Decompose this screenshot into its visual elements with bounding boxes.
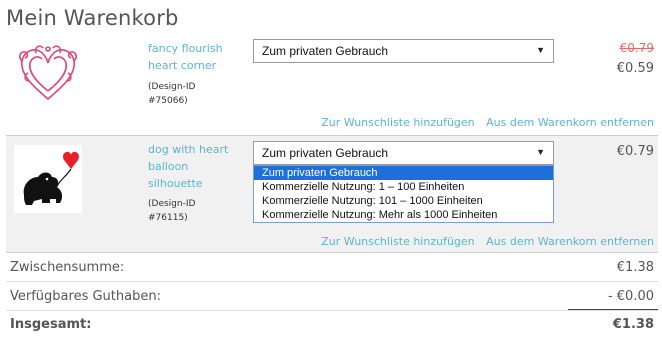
license-option[interactable]: Kommerzielle Nutzung: 101 – 1000 Einheit… (254, 194, 553, 208)
license-option[interactable]: Kommerzielle Nutzung: 1 – 100 Einheiten (254, 180, 553, 194)
design-id: (Design-ID #76115) (148, 199, 196, 223)
add-to-wishlist-link[interactable]: Zur Wunschliste hinzufügen (321, 235, 474, 248)
triangle-down-icon: ▼ (536, 45, 545, 55)
item-actions: Zur Wunschliste hinzufügen Aus dem Waren… (313, 116, 654, 129)
license-option[interactable]: Zum privaten Gebrauch (254, 166, 553, 180)
design-id: (Design-ID #75066) (148, 82, 196, 106)
subtotal-label: Zwischensumme: (10, 260, 125, 275)
subtotal-row: Zwischensumme: €1.38 (6, 254, 658, 282)
product-thumbnail-heart[interactable] (14, 39, 82, 107)
total-row: Insgesamt: €1.38 (6, 311, 658, 338)
license-select[interactable]: Zum privaten Gebrauch ▼ (253, 39, 554, 63)
dog-balloon-image (23, 151, 79, 205)
triangle-down-icon: ▼ (536, 147, 545, 157)
flourish-heart-image (19, 45, 77, 101)
credit-value: - €0.00 (607, 289, 654, 304)
total-divider (568, 309, 658, 310)
remove-from-cart-link[interactable]: Aus dem Warenkorn entfernen (486, 235, 654, 248)
license-dropdown-list: Zum privaten Gebrauch Kommerzielle Nutzu… (253, 165, 554, 223)
remove-from-cart-link[interactable]: Aus dem Warenkorn entfernen (486, 116, 654, 129)
page-title: Mein Warenkorb (6, 6, 179, 30)
total-label: Insgesamt: (10, 317, 92, 332)
item-price: €0.59 (616, 61, 654, 76)
total-value: €1.38 (612, 317, 654, 332)
license-option[interactable]: Kommerzielle Nutzung: Mehr als 1000 Einh… (254, 208, 553, 222)
product-name-link[interactable]: fancy flourish heart corner (148, 40, 244, 74)
credit-label: Verfügbares Guthaben: (10, 289, 161, 304)
original-price: €0.79 (619, 41, 654, 55)
subtotal-value: €1.38 (616, 260, 654, 275)
product-thumbnail-dog[interactable] (14, 145, 82, 213)
item-actions: Zur Wunschliste hinzufügen Aus dem Waren… (313, 235, 654, 248)
license-select-value: Zum privaten Gebrauch (262, 44, 389, 58)
license-select-value: Zum privaten Gebrauch (262, 146, 389, 160)
license-select[interactable]: Zum privaten Gebrauch ▼ (253, 141, 554, 165)
cart-item: fancy flourish heart corner (Design-ID #… (6, 35, 658, 135)
credit-row: Verfügbares Guthaben: - €0.00 (6, 283, 658, 311)
item-price: €0.79 (616, 144, 654, 159)
add-to-wishlist-link[interactable]: Zur Wunschliste hinzufügen (321, 116, 474, 129)
cart-item: dog with heart balloon silhouette (Desig… (6, 135, 658, 253)
product-name-link[interactable]: dog with heart balloon silhouette (148, 141, 244, 192)
